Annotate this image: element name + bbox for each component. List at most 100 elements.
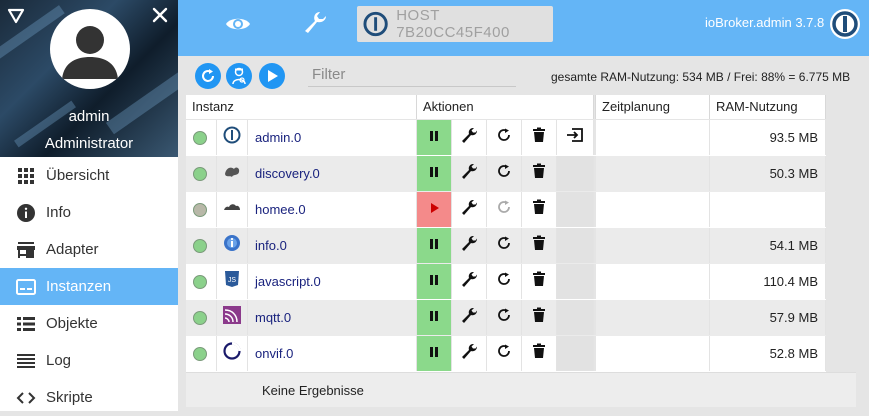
open-in-icon (566, 127, 584, 148)
delete-button[interactable] (522, 156, 557, 191)
delete-button[interactable] (522, 264, 557, 299)
empty-action-cell (557, 156, 594, 191)
sidebar-item-adapter[interactable]: Adapter (0, 231, 178, 268)
wrench-icon[interactable] (302, 10, 328, 36)
delete-button[interactable] (522, 120, 557, 155)
javascript-icon: JS (224, 270, 240, 293)
settings-button[interactable] (452, 228, 487, 263)
stop-instance-button[interactable] (417, 120, 452, 155)
schedule-cell (596, 120, 710, 155)
settings-button[interactable] (452, 192, 487, 227)
pause-icon (428, 165, 440, 183)
wrench-icon (460, 126, 478, 149)
table-row: info.0 54.1 MB (186, 228, 826, 264)
ram-usage: 110.4 MB (763, 274, 818, 289)
start-all-button[interactable] (259, 63, 285, 89)
ram-usage: 52.8 MB (769, 346, 818, 361)
schedule-cell (596, 300, 710, 335)
reload-icon (496, 163, 512, 184)
table-row: onvif.0 52.8 MB (186, 336, 826, 372)
avatar (50, 9, 130, 89)
instance-name: homee.0 (255, 202, 306, 217)
collapse-menu-icon[interactable] (7, 7, 25, 25)
delete-button[interactable] (522, 192, 557, 227)
mqtt-icon (223, 306, 241, 329)
status-indicator (193, 238, 207, 253)
wrench-icon (460, 162, 478, 185)
status-cell (186, 300, 217, 335)
host-selector[interactable]: HOST 7B20CC45F400 (357, 6, 553, 42)
sidebar: admin Administrator Übersicht Info Adapt… (0, 0, 178, 411)
ram-cell: 50.3 MB (710, 156, 826, 191)
sidebar-header: admin Administrator (0, 0, 178, 157)
settings-button[interactable] (452, 336, 487, 371)
instance-name: javascript.0 (255, 274, 321, 289)
start-instance-button[interactable] (417, 192, 452, 227)
no-results-row: Keine Ergebnisse (186, 372, 856, 407)
wrench-icon (460, 306, 478, 329)
settings-button[interactable] (452, 120, 487, 155)
sidebar-item-log[interactable]: Log (0, 342, 178, 379)
sidebar-item-instanzen[interactable]: Instanzen (0, 268, 178, 305)
restart-button[interactable] (487, 264, 522, 299)
restart-button[interactable] (487, 336, 522, 371)
instance-name-cell: admin.0 (248, 120, 417, 155)
status-cell (186, 192, 217, 227)
delete-button[interactable] (522, 228, 557, 263)
sidebar-item-skripte[interactable]: Skripte (0, 379, 178, 416)
trash-icon (532, 343, 546, 364)
wrench-icon (460, 198, 478, 221)
expert-mode-button[interactable] (226, 63, 252, 89)
reload-icon (496, 235, 512, 256)
close-icon[interactable] (151, 6, 169, 24)
user-avatar-icon (62, 26, 118, 79)
version-label: ioBroker.admin 3.7.8 (705, 15, 825, 30)
restart-button[interactable] (487, 120, 522, 155)
trash-icon (532, 271, 546, 292)
stop-instance-button[interactable] (417, 336, 452, 371)
instances-icon (16, 277, 36, 297)
eye-icon[interactable] (225, 12, 251, 36)
sidebar-item-objekte[interactable]: Objekte (0, 305, 178, 342)
open-link-button[interactable] (557, 120, 594, 155)
delete-button[interactable] (522, 336, 557, 371)
stop-instance-button[interactable] (417, 264, 452, 299)
iobroker-logo-icon (363, 11, 388, 37)
column-header-aktionen: Aktionen (417, 95, 594, 119)
reload-icon (496, 343, 512, 364)
restart-button[interactable] (487, 300, 522, 335)
column-header-zeitplanung: Zeitplanung (596, 95, 710, 119)
ram-cell: 57.9 MB (710, 300, 826, 335)
delete-button[interactable] (522, 300, 557, 335)
ram-cell (710, 192, 826, 227)
stop-instance-button[interactable] (417, 156, 452, 191)
schedule-cell (596, 336, 710, 371)
stop-instance-button[interactable] (417, 300, 452, 335)
log-icon (16, 351, 36, 371)
sidebar-item-label: Übersicht (46, 167, 110, 184)
instance-name: admin.0 (255, 130, 302, 145)
restart-button[interactable] (487, 228, 522, 263)
settings-button[interactable] (452, 300, 487, 335)
adapter-icon-cell (217, 156, 248, 191)
reload-button[interactable] (195, 63, 221, 89)
no-results-label: Keine Ergebnisse (262, 383, 364, 398)
top-app-bar: HOST 7B20CC45F400 ioBroker.admin 3.7.8 (178, 0, 869, 56)
onvif-icon (223, 342, 241, 365)
svg-text:JS: JS (228, 277, 237, 284)
settings-button[interactable] (452, 264, 487, 299)
filter-input[interactable] (308, 63, 516, 87)
store-icon (16, 240, 36, 260)
stop-instance-button[interactable] (417, 228, 452, 263)
sidebar-item-uebersicht[interactable]: Übersicht (0, 157, 178, 194)
schedule-cell (596, 192, 710, 227)
settings-button[interactable] (452, 156, 487, 191)
expert-user-icon (232, 67, 246, 85)
empty-action-cell (557, 264, 594, 299)
restart-button[interactable] (487, 156, 522, 191)
adapter-icon-cell (217, 336, 248, 371)
instance-name-cell: info.0 (248, 228, 417, 263)
discovery-icon (223, 162, 241, 185)
sidebar-item-info[interactable]: Info (0, 194, 178, 231)
grid-icon (16, 166, 36, 186)
